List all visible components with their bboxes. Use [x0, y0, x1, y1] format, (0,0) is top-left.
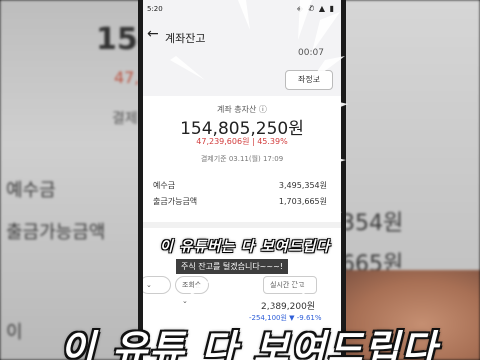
phone-screen: 5:20 ◈ ✆ ▲ ▮ ← 계좌잔고 00:07 좌정보 계좌 총자산 ⓘ 1…	[138, 0, 346, 360]
app-header: ← 계좌잔고 00:07	[143, 22, 341, 58]
session-timer: 00:07	[298, 48, 324, 58]
deposit-value: 3,495,354원	[278, 181, 327, 190]
bg-label-other: 이	[6, 322, 23, 343]
realtime-balance-button[interactable]: 실시간 잔고	[263, 276, 317, 294]
profit-text: 47,239,606원 | 45.39%	[196, 137, 288, 146]
withdrawable-label: 출금가능금액	[153, 197, 198, 206]
bg-gray-text: 결제	[112, 111, 138, 127]
caption-bottom-large: 이 유튜 다 보여드립다	[60, 327, 439, 360]
holding-amount: 2,389,200원	[261, 302, 316, 312]
sort-chip[interactable]: 조회순 ⌄	[175, 276, 209, 305]
timestamp: 결제기준 03.11(월) 17:09	[200, 155, 284, 163]
withdrawable-value: 1,703,665원	[278, 197, 327, 206]
status-time: 5:20	[147, 5, 163, 13]
caption-subtitle: 주식 잔고를 털겠습니다~~~!	[176, 259, 289, 274]
status-bar: 5:20 ◈ ✆ ▲ ▮	[147, 4, 337, 16]
account-info-button[interactable]: 좌정보	[285, 70, 333, 90]
bg-label-deposit: 예수금	[6, 180, 56, 201]
caption-main: 이 유튜버는 다 보여드립다	[159, 239, 331, 255]
page-title: 계좌잔고	[165, 32, 206, 45]
blurred-background-right: 354원 665원	[335, 0, 480, 360]
deposit-row: 예수금 3,495,354원	[153, 180, 327, 191]
blurred-background-left: 154 47, 결제 예수금 출금가능금액 이	[0, 0, 150, 360]
section-divider	[143, 222, 341, 228]
bg-value-1: 354원	[341, 211, 404, 236]
filter-chips: ⌄ 조회순 ⌄ 실시간 잔고	[143, 276, 341, 305]
bg-red-text: 47,	[114, 68, 140, 87]
video-frame: 154 47, 결제 예수금 출금가능금액 이 354원 665원 5:20 ◈…	[0, 0, 480, 360]
withdrawable-row: 출금가능금액 1,703,665원	[153, 196, 327, 207]
back-arrow-icon[interactable]: ←	[147, 26, 159, 42]
filter-chip-dropdown[interactable]: ⌄	[143, 276, 171, 294]
status-icons: ◈ ✆ ▲ ▮	[296, 4, 335, 13]
bg-label-withdrawable: 출금가능금액	[6, 222, 106, 243]
deposit-label: 예수금	[153, 181, 176, 190]
